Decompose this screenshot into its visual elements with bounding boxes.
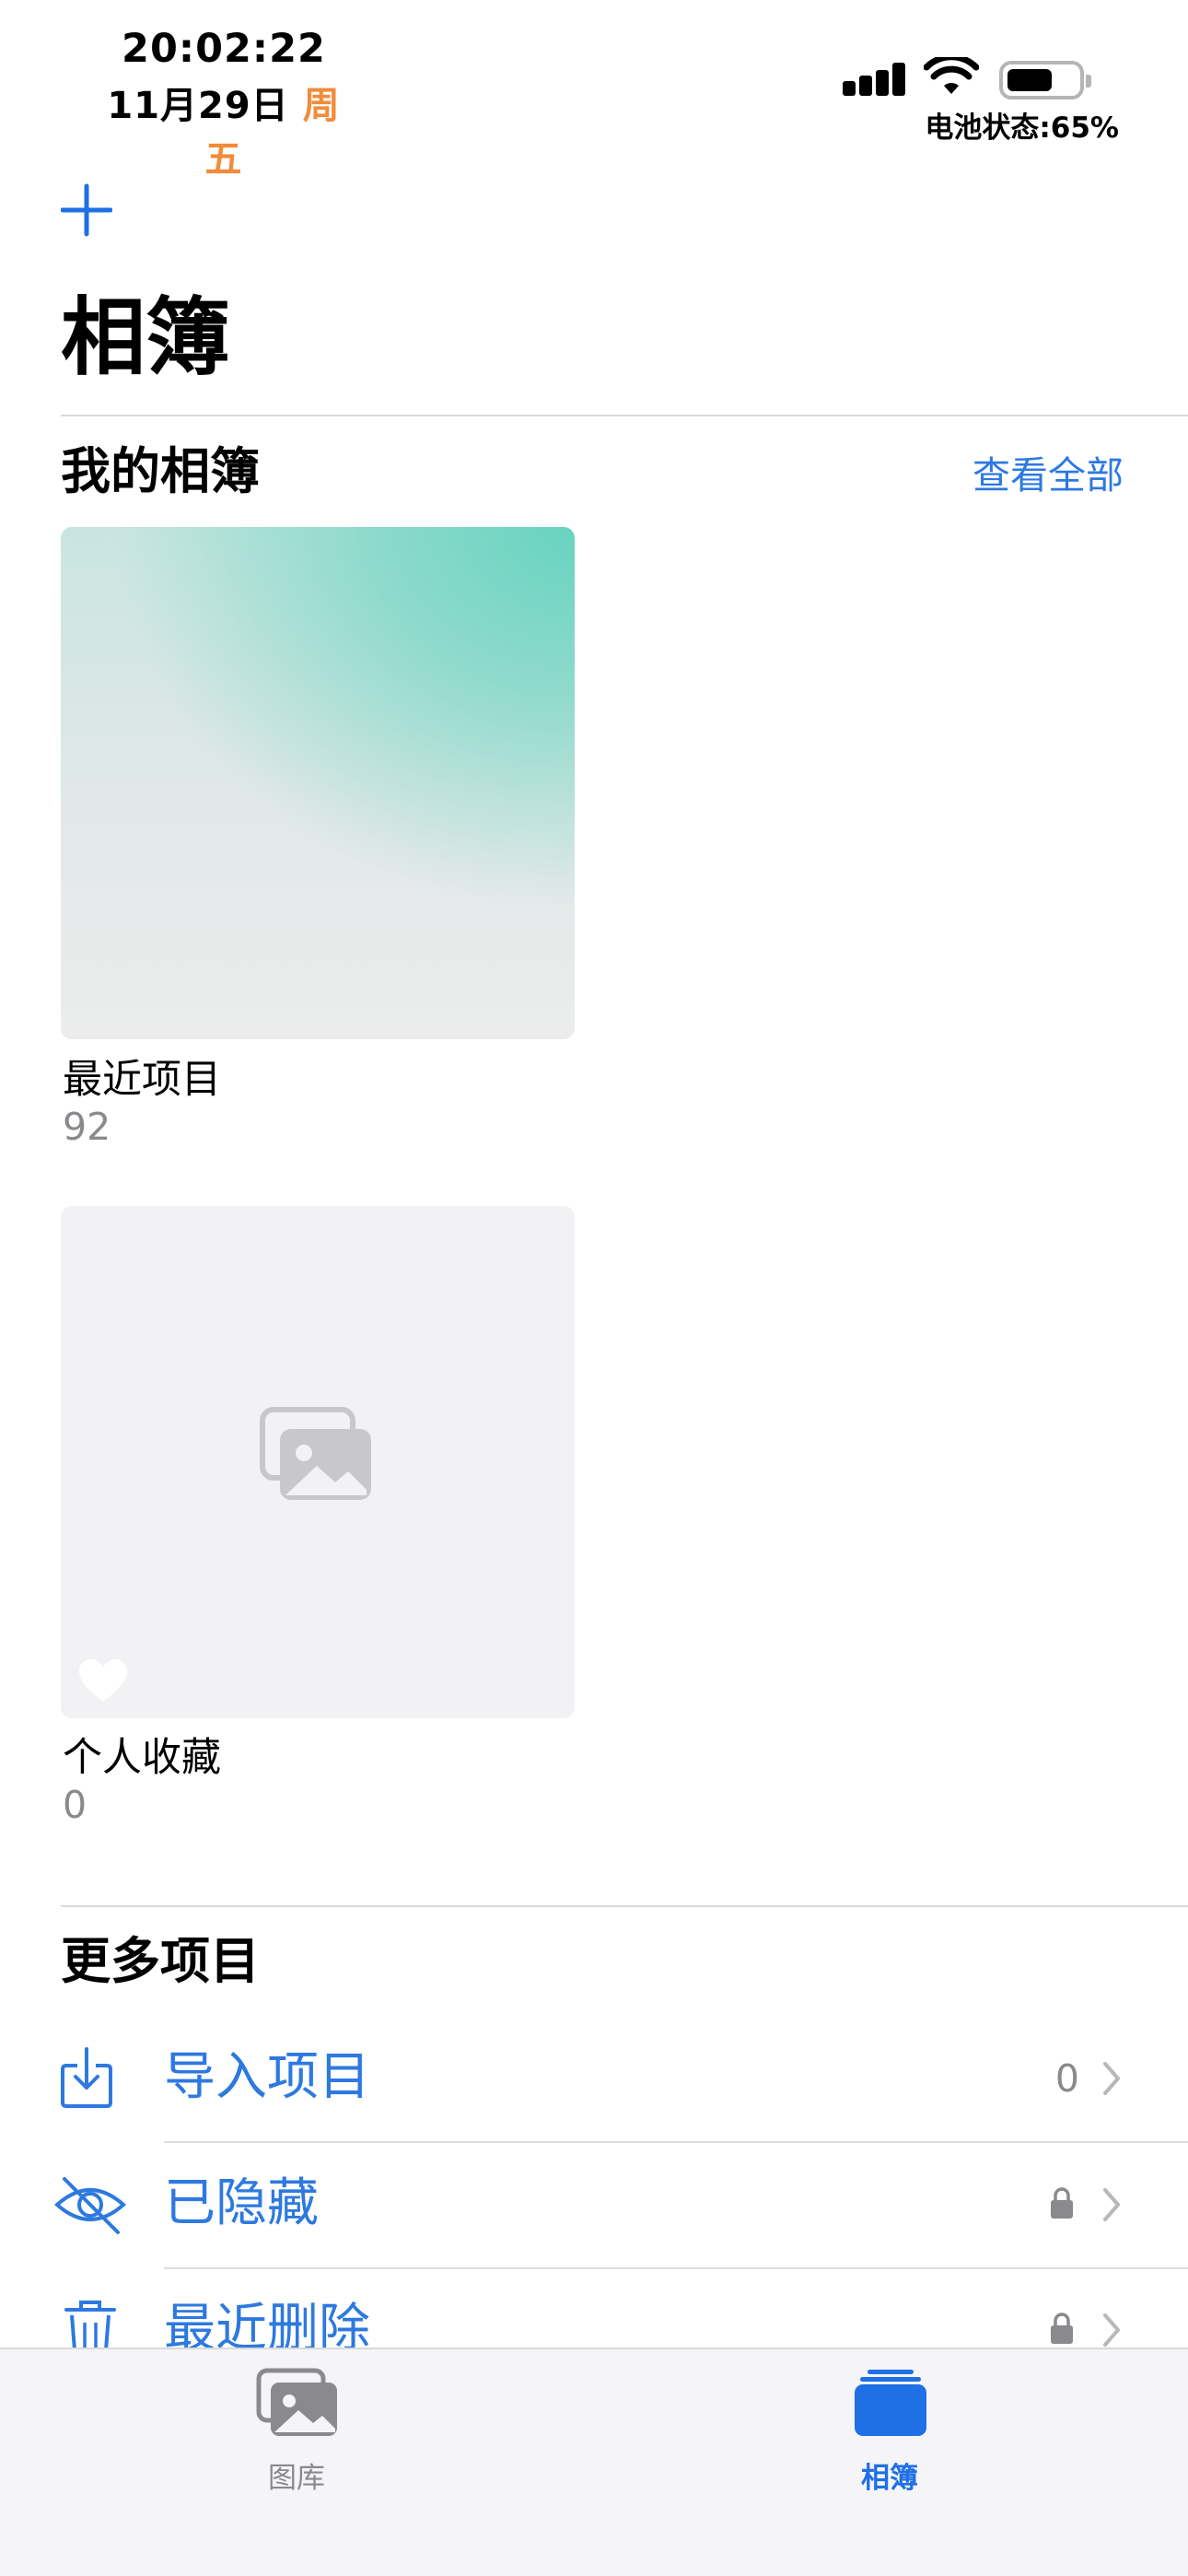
hidden-eye-icon: [53, 2177, 127, 2234]
more-items-title: 更多项目: [61, 1932, 260, 1990]
my-albums-title: 我的相簿: [61, 442, 260, 500]
photos-placeholder-icon: [260, 1407, 371, 1500]
list-item-label: 导入项目: [164, 2047, 370, 2107]
list-item-count: 0: [1054, 2056, 1079, 2101]
lock-icon: [1051, 2187, 1073, 2219]
tab-label: 相簿: [861, 2462, 918, 2495]
tab-bar: 图库 相簿: [0, 2348, 1188, 2576]
status-date: 11月29日 周五: [92, 76, 355, 182]
status-time: 20:02:22: [122, 26, 326, 72]
page-title: 相簿: [61, 288, 231, 387]
lock-icon: [1051, 2313, 1073, 2344]
chevron-right-icon: [1103, 2313, 1120, 2347]
album-thumbnail-favorites[interactable]: [61, 1206, 575, 1718]
album-name[interactable]: 最近项目: [63, 1056, 221, 1104]
heart-icon: [79, 1659, 127, 1702]
album-name[interactable]: 个人收藏: [63, 1734, 221, 1782]
list-item-label: 已隐藏: [164, 2173, 319, 2233]
album-count: 0: [63, 1783, 87, 1827]
import-icon: [61, 2047, 112, 2108]
see-all-link[interactable]: 查看全部: [973, 450, 1124, 501]
album-thumbnail-recents[interactable]: [61, 527, 575, 1039]
tab-library[interactable]: 图库: [158, 2349, 435, 2534]
header-divider: [61, 415, 1188, 416]
albums-screen: 20:02:22 11月29日 周五 电池状态:65% 相簿 我的相簿 查看全部…: [0, 0, 1188, 2576]
chevron-right-icon: [1103, 2188, 1120, 2221]
battery-icon: [999, 61, 1091, 100]
photo-library-icon: [256, 2368, 337, 2436]
chevron-right-icon: [1103, 2062, 1120, 2095]
wifi-icon: [924, 57, 979, 94]
battery-fill: [1007, 69, 1052, 91]
plus-icon: [61, 183, 112, 237]
albums-stack-icon: [855, 2370, 926, 2436]
list-item-import[interactable]: 导入项目 0: [0, 2016, 1188, 2141]
add-album-button[interactable]: [61, 182, 112, 238]
tab-label: 图库: [268, 2462, 325, 2495]
album-count: 92: [63, 1105, 111, 1149]
cellular-signal-icon: [843, 61, 920, 101]
status-date-day: 11月29日: [107, 85, 289, 127]
tab-albums[interactable]: 相簿: [751, 2349, 1028, 2534]
battery-status-text: 电池状态:65%: [925, 111, 1119, 145]
section-divider: [61, 1905, 1188, 1907]
list-item-hidden[interactable]: 已隐藏: [0, 2142, 1188, 2267]
